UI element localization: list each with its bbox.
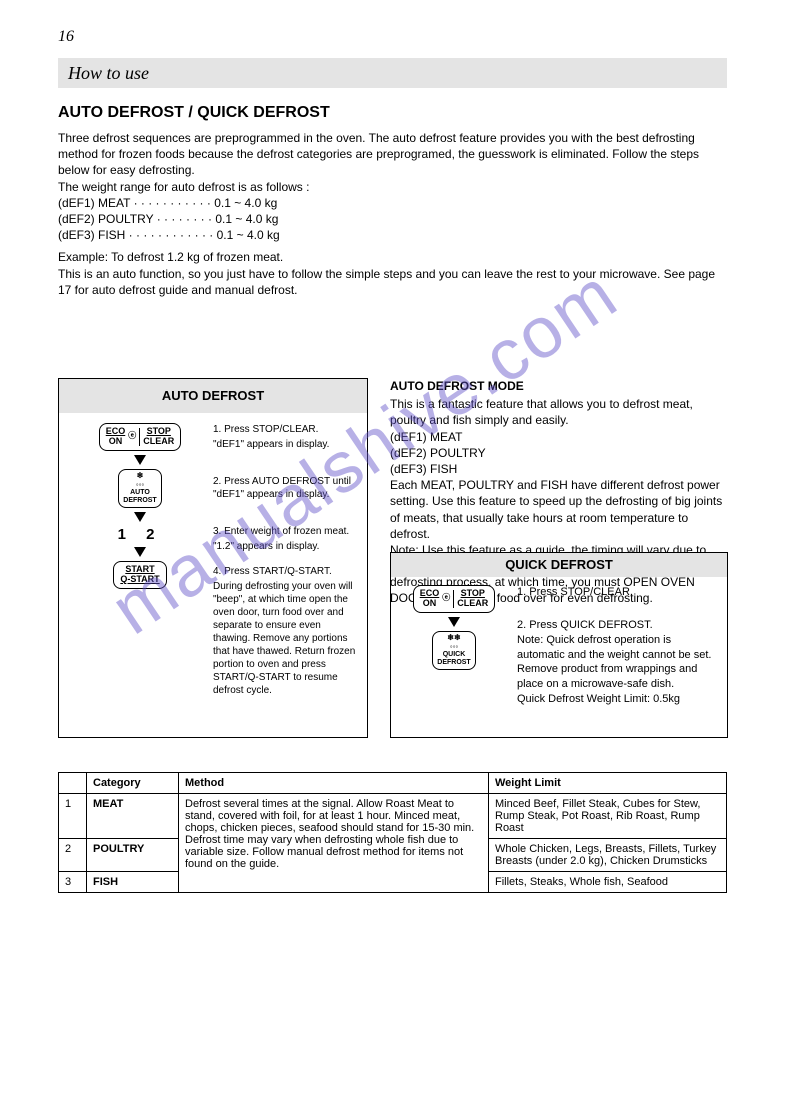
panel-title: QUICK DEFROST xyxy=(391,553,727,577)
text-line: This is a fantastic feature that allows … xyxy=(390,396,728,428)
intro-line: (dEF2) POULTRY · · · · · · · · 0.1 ~ 4.0… xyxy=(58,211,727,227)
start-label: START xyxy=(125,564,154,574)
step-text: 3. Enter weight of frozen meat. xyxy=(213,525,357,538)
eco-stop-clear-button: ECOON ⓔ STOPCLEAR xyxy=(413,585,496,613)
intro-line: Three defrost sequences are preprogramme… xyxy=(58,130,727,179)
arrow-down-icon xyxy=(134,512,146,522)
defrost-guide-table: Category Method Weight Limit 1 MEAT Defr… xyxy=(58,772,727,893)
cell-num: 2 xyxy=(59,839,87,872)
cell-num: 1 xyxy=(59,794,87,839)
eco-icon: ⓔ xyxy=(442,594,450,603)
step-text: 4. Press START/Q-START. xyxy=(213,565,357,578)
cell-limit: Minced Beef, Fillet Steak, Cubes for Ste… xyxy=(489,794,727,839)
step-extra: "1.2" appears in display. xyxy=(213,540,357,553)
note-text: Note: Quick defrost operation is automat… xyxy=(517,633,719,692)
step-text: 2. Press AUTO DEFROST until "dEF1" appea… xyxy=(213,475,357,501)
step-text: 2. Press QUICK DEFROST. xyxy=(517,618,719,633)
intro-text: Three defrost sequences are preprogramme… xyxy=(58,130,727,298)
eco-icon: ⓔ xyxy=(128,432,136,441)
arrow-down-icon xyxy=(448,617,460,627)
arrow-down-icon xyxy=(134,455,146,465)
section-title: AUTO DEFROST / QUICK DEFROST xyxy=(58,104,330,122)
snowflake-icon: ❄︎❄︎◦◦◦ xyxy=(447,633,460,651)
table-row: 1 MEAT Defrost several times at the sign… xyxy=(59,794,727,839)
limit-text: Quick Defrost Weight Limit: 0.5kg xyxy=(517,692,719,707)
cell-num: 3 xyxy=(59,872,87,893)
stop-clear-label: STOPCLEAR xyxy=(457,589,488,609)
defrost-icon: ❄︎◦◦◦ xyxy=(136,471,145,489)
intro-line: This is an auto function, so you just ha… xyxy=(58,266,727,298)
intro-line: The weight range for auto defrost is as … xyxy=(58,179,727,195)
quick-defrost-button: ❄︎❄︎◦◦◦QUICKDEFROST xyxy=(432,631,475,670)
intro-line: (dEF1) MEAT · · · · · · · · · · · 0.1 ~ … xyxy=(58,195,727,211)
cell-limit: Fillets, Steaks, Whole fish, Seafood xyxy=(489,872,727,893)
eco-stop-clear-button: ECOON ⓔ STOPCLEAR xyxy=(99,423,182,451)
cell-category: FISH xyxy=(87,872,179,893)
auto-defrost-panel: AUTO DEFROST ECOON ⓔ STOPCLEAR ❄︎◦◦◦AUTO… xyxy=(58,378,368,738)
text-line: (dEF1) MEAT xyxy=(390,429,728,445)
numeric-entry: 1 2 xyxy=(118,526,163,543)
eco-on-label: ECOON xyxy=(420,589,440,609)
panel-title: AUTO DEFROST xyxy=(59,379,367,413)
qstart-label: Q-START xyxy=(120,574,159,584)
step-extra: "dEF1" appears in display. xyxy=(213,438,357,451)
cell-method: Defrost several times at the signal. All… xyxy=(179,794,489,893)
intro-line: (dEF3) FISH · · · · · · · · · · · · 0.1 … xyxy=(58,227,727,243)
auto-defrost-button: ❄︎◦◦◦AUTODEFROST xyxy=(118,469,161,508)
col-header xyxy=(59,773,87,794)
arrow-down-icon xyxy=(134,547,146,557)
page-number: 16 xyxy=(58,28,74,46)
col-header: Weight Limit xyxy=(489,773,727,794)
step-text: 1. Press STOP/CLEAR. xyxy=(517,585,719,600)
text-line: Each MEAT, POULTRY and FISH have differe… xyxy=(390,477,728,542)
header-bar: How to use xyxy=(58,58,727,88)
text-line: (dEF3) FISH xyxy=(390,461,728,477)
text-line: (dEF2) POULTRY xyxy=(390,445,728,461)
start-qstart-button: START Q-START xyxy=(113,561,166,589)
cell-category: POULTRY xyxy=(87,839,179,872)
cell-limit: Whole Chicken, Legs, Breasts, Fillets, T… xyxy=(489,839,727,872)
step-extra: During defrosting your oven will "beep",… xyxy=(213,580,357,697)
quick-defrost-panel: QUICK DEFROST ECOON ⓔ STOPCLEAR ❄︎❄︎◦◦◦Q… xyxy=(390,552,728,738)
col-header: Category xyxy=(87,773,179,794)
col-header: Method xyxy=(179,773,489,794)
subheading: AUTO DEFROST MODE xyxy=(390,378,728,394)
cell-category: MEAT xyxy=(87,794,179,839)
intro-line: Example: To defrost 1.2 kg of frozen mea… xyxy=(58,249,727,265)
stop-clear-label: STOPCLEAR xyxy=(143,427,174,447)
eco-on-label: ECOON xyxy=(106,427,126,447)
step-text: 1. Press STOP/CLEAR. xyxy=(213,423,357,436)
